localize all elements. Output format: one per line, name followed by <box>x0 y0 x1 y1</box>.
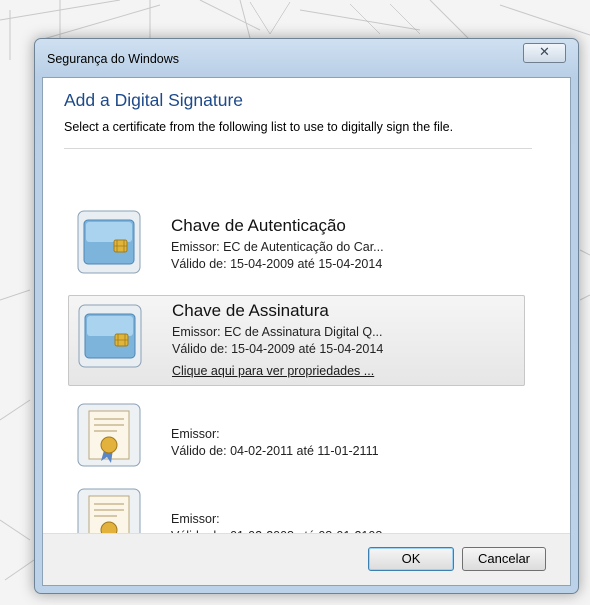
close-button[interactable]: ✕ <box>523 43 566 63</box>
title-bar: Segurança do Windows ✕ <box>35 39 578 77</box>
divider <box>64 148 532 149</box>
window-title: Segurança do Windows <box>47 52 180 66</box>
certificate-validity: Válido de: 04-02-2011 até 11-01-2111 <box>171 444 379 458</box>
ok-button[interactable]: OK <box>368 547 454 571</box>
dialog-footer: OK Cancelar <box>43 533 570 585</box>
certificate-item-autenticacao[interactable]: Chave de Autenticação Emissor: EC de Aut… <box>68 202 525 293</box>
page-title: Add a Digital Signature <box>64 90 243 110</box>
smart-card-icon <box>77 210 141 274</box>
smart-card-icon <box>78 304 142 368</box>
signature-dialog: Segurança do Windows ✕ Add a Digital Sig… <box>34 38 579 594</box>
page-subtitle: Select a certificate from the following … <box>64 120 454 134</box>
cancel-button[interactable]: Cancelar <box>462 547 546 571</box>
certificate-item-assinatura[interactable]: Chave de Assinatura Emissor: EC de Assin… <box>68 295 525 386</box>
certificate-issuer: Emissor: <box>171 427 220 441</box>
view-properties-link[interactable]: Clique aqui para ver propriedades ... <box>172 364 374 378</box>
certificate-validity: Válido de: 15-04-2009 até 15-04-2014 <box>172 342 384 356</box>
certificate-issuer: Emissor: EC de Autenticação do Car... <box>171 240 384 254</box>
certificate-issuer: Emissor: <box>171 512 220 526</box>
dialog-content: Add a Digital Signature Select a certifi… <box>42 77 571 586</box>
certificate-item-3[interactable]: Emissor: Válido de: 04-02-2011 até 11-01… <box>68 395 525 486</box>
certificate-validity: Válido de: 15-04-2009 até 15-04-2014 <box>171 257 383 271</box>
certificate-icon <box>77 403 141 467</box>
certificate-issuer: Emissor: EC de Assinatura Digital Q... <box>172 325 383 339</box>
certificate-name: Chave de Autenticação <box>171 216 346 235</box>
close-icon: ✕ <box>539 45 550 60</box>
certificate-name: Chave de Assinatura <box>172 301 329 320</box>
